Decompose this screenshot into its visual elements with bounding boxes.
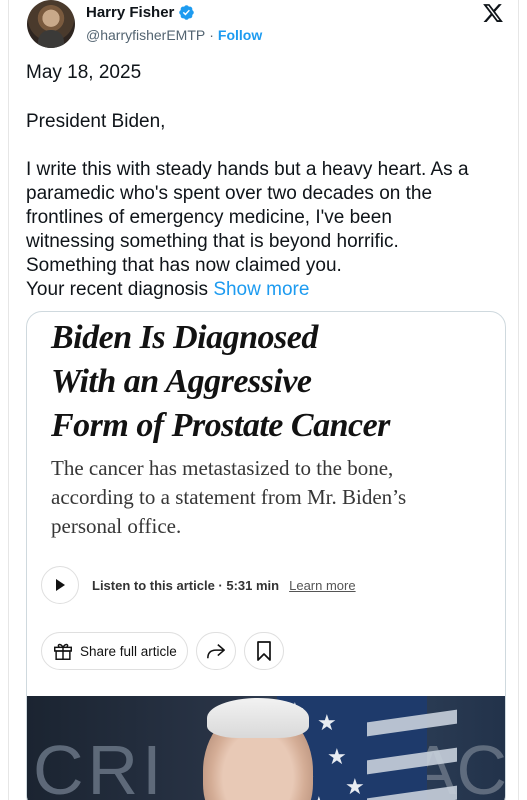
listen-label: Listen to this article · 5:31 min: [92, 577, 280, 593]
article-photo: CRI AC ★ ★ ★ ★ ★ ★ ★: [27, 696, 505, 800]
body-last-line-text: Your recent diagnosis: [26, 279, 209, 300]
separator: ·: [209, 27, 214, 43]
person-hair: [207, 698, 309, 738]
body-line: paramedic who's spent over two decades o…: [26, 183, 433, 204]
tweet-body: President Biden, I write this with stead…: [26, 110, 506, 302]
headline-line: Biden Is Diagnosed: [51, 319, 318, 356]
article-screenshot[interactable]: Biden Is Diagnosed With an Aggressive Fo…: [26, 311, 506, 800]
avatar[interactable]: [27, 0, 75, 48]
author-handle[interactable]: @harryfisherEMTP: [86, 27, 205, 43]
summary-line: personal office.: [51, 514, 182, 538]
headline-line: Form of Prostate Cancer: [51, 407, 390, 444]
gift-icon: [54, 643, 72, 660]
salutation: President Biden,: [26, 111, 166, 132]
headline-line: With an Aggressive: [51, 363, 312, 400]
summary-line: The cancer has metastasized to the bone,: [51, 456, 394, 480]
article-headline: Biden Is Diagnosed With an Aggressive Fo…: [51, 316, 491, 448]
share-full-article-label: Share full article: [80, 643, 177, 659]
body-line: Something that has now claimed you.: [26, 255, 342, 276]
body-line: I write this with steady hands but a hea…: [26, 159, 469, 180]
flag-star: ★: [317, 710, 337, 735]
share-arrow-icon: [206, 644, 225, 659]
share-full-article-button[interactable]: Share full article: [41, 632, 188, 670]
post-date: May 18, 2025: [26, 62, 142, 83]
photo-backdrop-text: CRI: [33, 731, 166, 800]
share-button[interactable]: [195, 632, 236, 670]
author-name-row: Harry Fisher: [86, 4, 195, 21]
verified-badge-icon: [179, 5, 195, 20]
body-last-line: Your recent diagnosis Show more: [26, 278, 506, 302]
summary-line: according to a statement from Mr. Biden’…: [51, 485, 407, 509]
article-actions: Share full article: [41, 632, 284, 670]
flag-star: ★: [327, 744, 347, 769]
tweet-card: Harry Fisher @harryfisherEMTP · Follow M…: [8, 0, 519, 800]
flag-star: ★: [345, 774, 365, 799]
body-line: frontlines of emergency medicine, I've b…: [26, 207, 392, 228]
article-summary: The cancer has metastasized to the bone,…: [51, 454, 491, 541]
author-name[interactable]: Harry Fisher: [86, 4, 174, 21]
x-logo-icon[interactable]: [482, 2, 504, 24]
bookmark-icon: [256, 641, 271, 661]
learn-more-link[interactable]: Learn more: [289, 578, 355, 593]
listen-row: Listen to this article · 5:31 min Learn …: [41, 566, 356, 604]
body-line: witnessing something that is beyond horr…: [26, 231, 399, 252]
play-icon: [56, 579, 65, 591]
play-button[interactable]: [41, 566, 79, 604]
bookmark-button[interactable]: [243, 632, 284, 670]
author-handle-row: @harryfisherEMTP · Follow: [86, 27, 262, 43]
show-more-link[interactable]: Show more: [213, 279, 309, 300]
follow-button[interactable]: Follow: [218, 27, 262, 43]
